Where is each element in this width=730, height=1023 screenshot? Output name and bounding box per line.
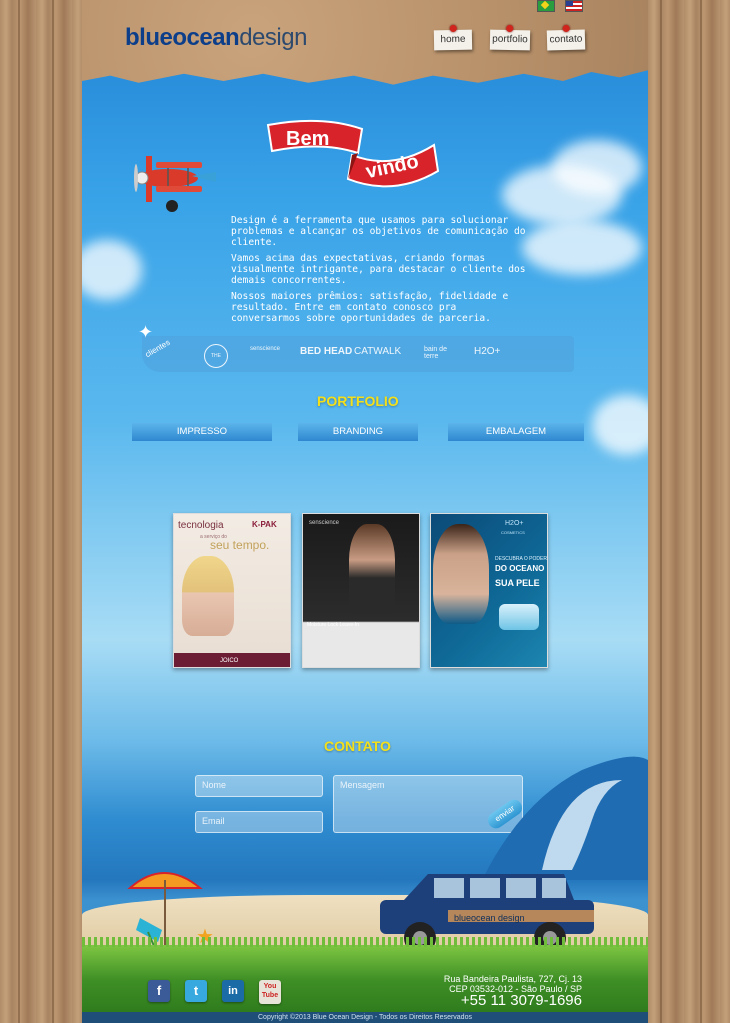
thumb-brand: H2O+ [505, 520, 524, 527]
email-placeholder: Email [202, 816, 225, 826]
client-logo: CATWALK [354, 346, 402, 357]
client-logo: senscience [250, 346, 281, 352]
pin-icon [506, 24, 514, 33]
welcome-line1: Bem [286, 128, 329, 150]
nav-label: contato [549, 33, 583, 46]
wood-seam [52, 0, 54, 1023]
tab-label: BRANDING [332, 426, 384, 437]
twitter-icon[interactable]: t [185, 980, 207, 1002]
nav-label: portfolio [492, 33, 528, 46]
contact-title: CONTATO [324, 738, 391, 754]
sparkle-icon: ✦ [138, 322, 154, 343]
wood-seam [660, 0, 662, 1023]
client-logo: bain de terre [424, 346, 447, 360]
portfolio-thumb-kpak[interactable]: tecnologia a serviço do seu tempo. K-PAK… [173, 513, 291, 668]
phone-number: +55 11 3079-1696 [460, 992, 582, 1009]
client-logo: H2O+ [474, 346, 501, 357]
brazil-flag-icon[interactable] [537, 0, 555, 12]
welcome-ribbon: Bem vindo [266, 119, 440, 188]
linkedin-icon[interactable]: in [222, 980, 244, 1002]
clients-bar: clientes THE BODY SHOP senscience BED HE… [142, 336, 574, 372]
site-logo[interactable]: blueoceandesign [125, 24, 307, 52]
client-logo: THE BODY SHOP [204, 344, 228, 368]
model-photo [182, 556, 234, 636]
cloud [552, 140, 642, 195]
cloud [592, 395, 648, 455]
car-logo-text: blueocean design [454, 913, 525, 923]
name-input[interactable]: Nome [195, 775, 323, 797]
intro-paragraph: Nossos maiores prêmios: satisfação, fide… [231, 291, 509, 324]
model-photo [349, 524, 395, 614]
logo-bold: blueocean [125, 24, 240, 51]
usa-flag-icon[interactable] [565, 0, 583, 12]
pin-icon [562, 24, 570, 33]
nav-portfolio-button[interactable]: portfolio [489, 24, 531, 51]
model-photo [433, 524, 489, 624]
thumb-brand: senscience [309, 520, 340, 526]
nav-contato-button[interactable]: contato [546, 24, 586, 51]
cloud [82, 240, 142, 300]
thumb-text: seu tempo. [210, 538, 270, 552]
tab-label: EMBALAGEM [485, 426, 547, 437]
client-logo: BED HEAD [300, 346, 353, 357]
portfolio-thumb-h2o[interactable]: H2O+ COSMETICS DESCUBRA O PODER DO OCEAN… [430, 513, 548, 668]
tab-embalagem[interactable]: EMBALAGEM [448, 423, 584, 441]
thumb-text: SUA PELE [495, 578, 540, 588]
copyright-text: Copyright ©2013 Blue Ocean Design - Todo… [82, 1012, 648, 1023]
cloud [522, 220, 642, 275]
wave-graphic [482, 756, 648, 880]
wood-seam [18, 0, 20, 1023]
thumb-text: COSMETICS [501, 530, 525, 535]
intro-text: Design é a ferramenta que usamos para so… [231, 215, 531, 329]
tab-impresso[interactable]: IMPRESSO [132, 423, 272, 441]
thumb-text: JOICO [220, 658, 239, 664]
thumb-text: DO OCEANO [495, 564, 545, 573]
wood-seam [700, 0, 702, 1023]
youtube-label: You Tube [261, 983, 279, 999]
message-placeholder: Mensagem [340, 780, 385, 790]
airplane-icon [134, 156, 216, 212]
name-placeholder: Nome [202, 780, 227, 790]
thumb-brand: K-PAK [252, 520, 277, 529]
product-jar [499, 604, 539, 630]
address-block: Rua Bandeira Paulista, 727, Cj. 13 CEP 0… [444, 974, 582, 994]
nav-label: home [440, 33, 466, 46]
pin-icon [449, 24, 457, 33]
facebook-icon[interactable]: f [148, 980, 170, 1002]
portfolio-title: PORTFOLIO [317, 393, 399, 409]
thumb-text: tecnologia [178, 520, 224, 531]
thumb-text: Moisture Lock Leave-In [307, 622, 359, 628]
address-line: Rua Bandeira Paulista, 727, Cj. 13 [443, 974, 582, 984]
nav-home-button[interactable]: home [433, 24, 473, 51]
intro-paragraph: Design é a ferramenta que usamos para so… [231, 215, 526, 248]
portfolio-thumb-senscience[interactable]: senscience Moisture Lock Leave-In [302, 513, 420, 668]
page-content: blueoceandesign home portfolio contato B… [82, 0, 648, 1023]
tab-label: IMPRESSO [176, 426, 228, 437]
email-input[interactable]: Email [195, 811, 323, 833]
tab-branding[interactable]: BRANDING [298, 423, 418, 441]
youtube-icon[interactable]: You Tube [259, 980, 281, 1004]
thumb-text: DESCUBRA O PODER [495, 556, 547, 562]
intro-paragraph: Vamos acima das expectativas, criando fo… [231, 253, 526, 286]
logo-light: design [239, 24, 307, 51]
